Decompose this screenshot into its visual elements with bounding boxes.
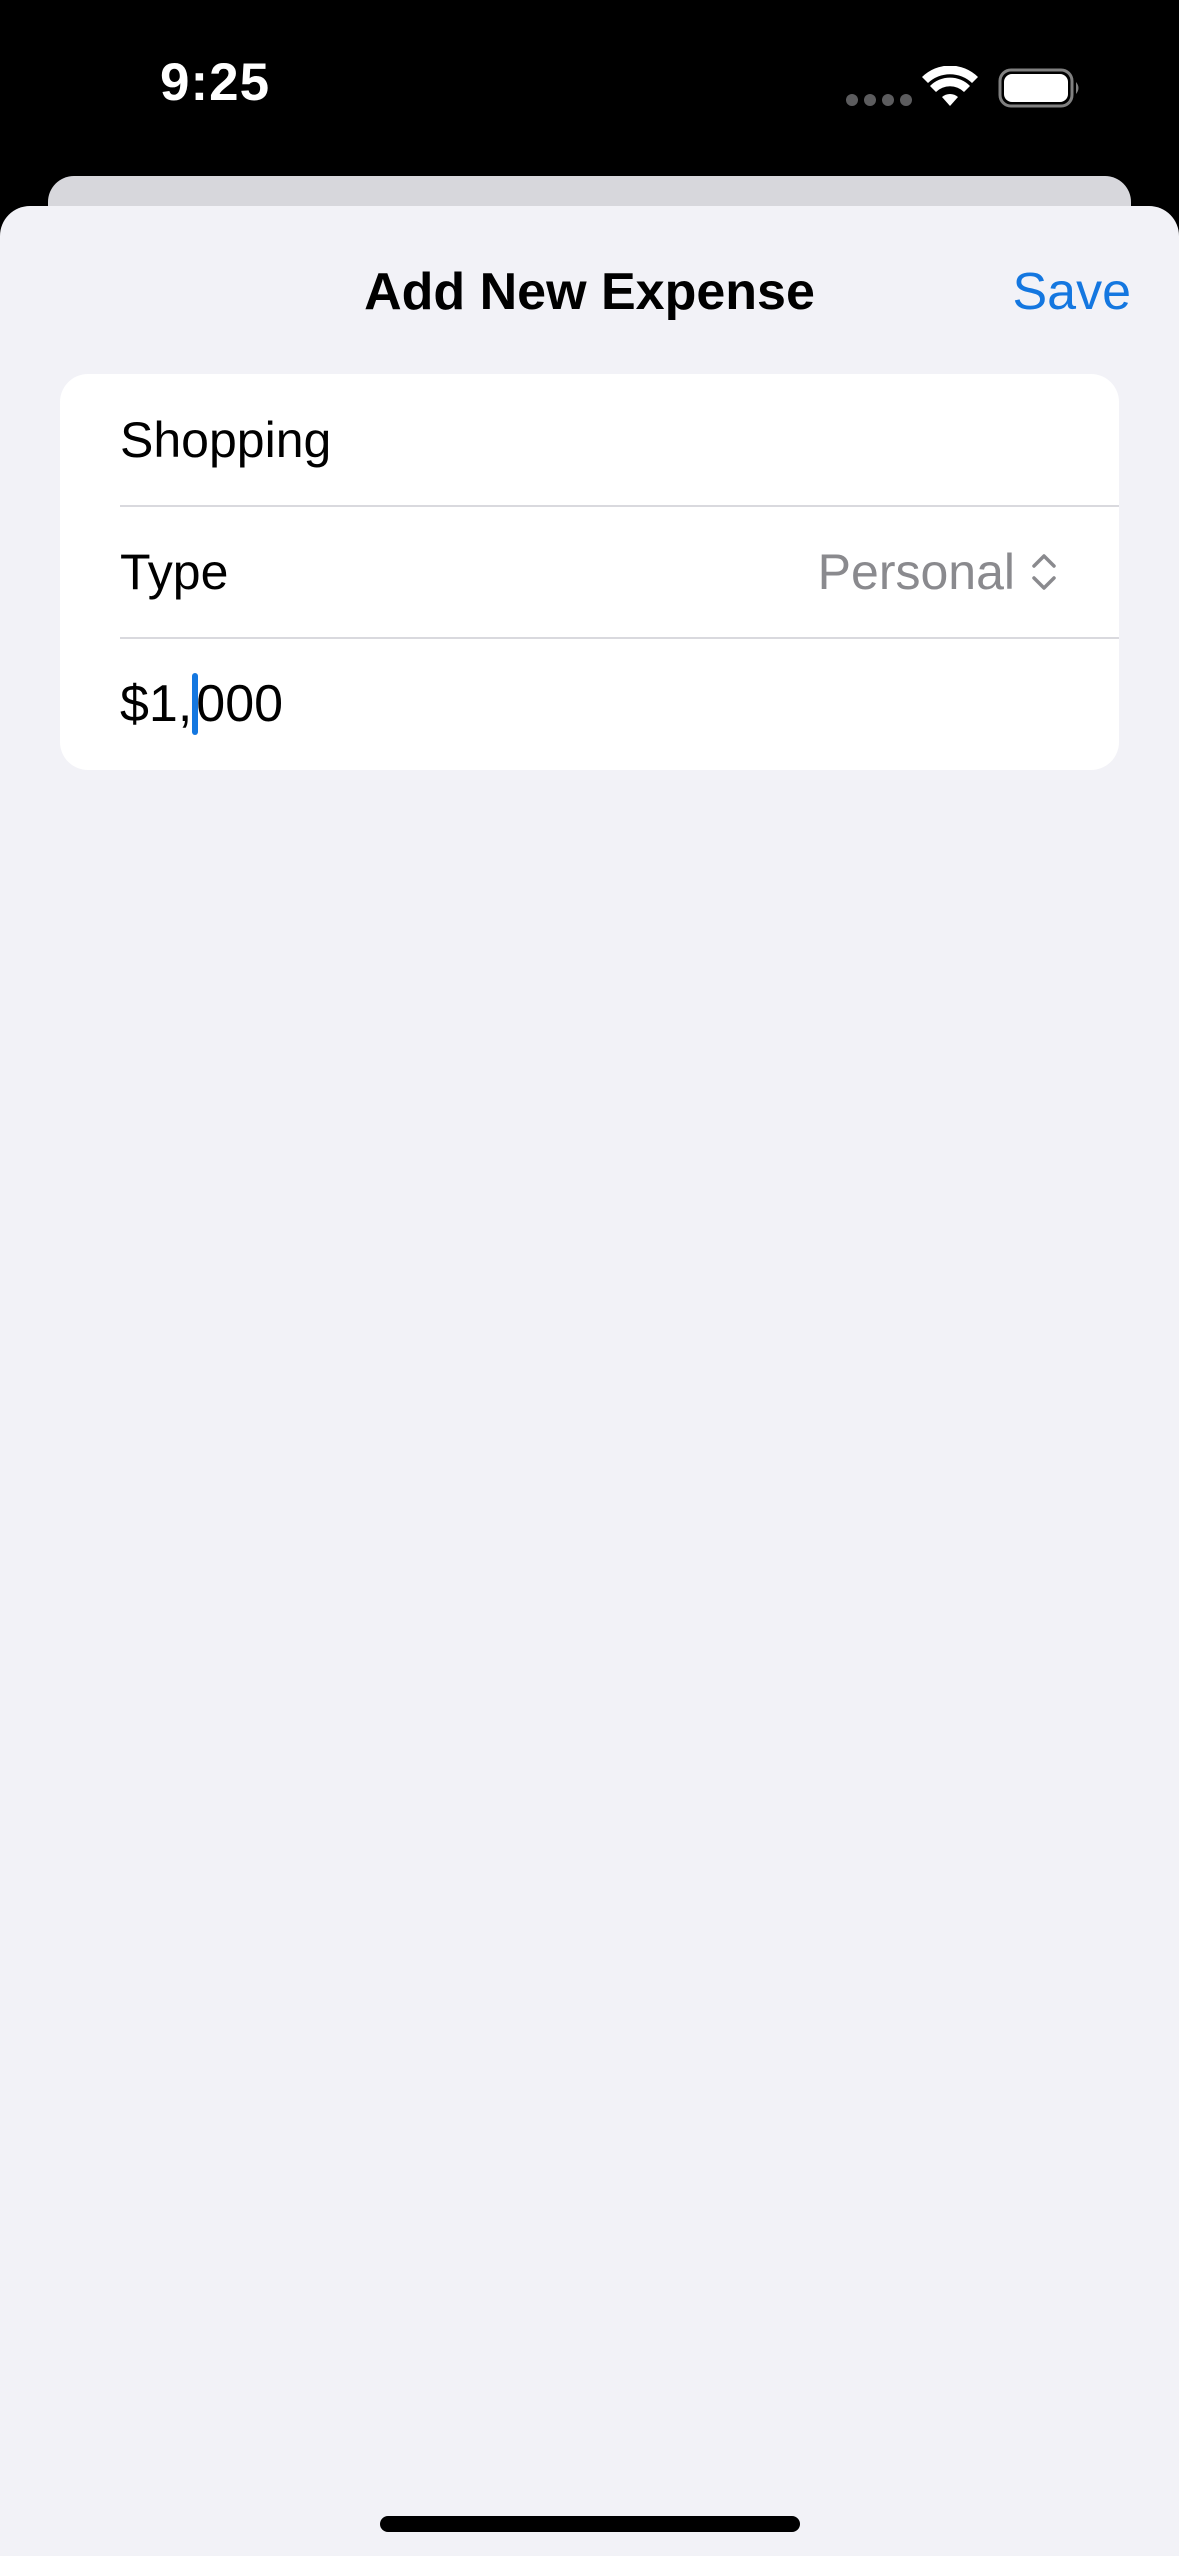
type-picker-row[interactable]: Type Personal bbox=[60, 506, 1119, 638]
battery-icon bbox=[998, 68, 1079, 108]
status-bar: 9:25 bbox=[0, 0, 1179, 170]
cellular-signal-icon bbox=[846, 94, 912, 106]
name-field[interactable]: Shopping bbox=[60, 374, 1119, 506]
expense-form: Shopping Type Personal $1, 000 bbox=[60, 374, 1119, 770]
add-expense-sheet: Add New Expense Save Shopping Type Perso… bbox=[0, 206, 1179, 2556]
sheet-title: Add New Expense bbox=[364, 263, 815, 321]
name-field-value: Shopping bbox=[120, 412, 332, 468]
wifi-icon bbox=[922, 66, 978, 106]
type-label: Type bbox=[120, 544, 229, 600]
save-button[interactable]: Save bbox=[1012, 262, 1131, 322]
status-time: 9:25 bbox=[160, 53, 271, 112]
type-picker-value: Personal bbox=[817, 544, 1015, 600]
type-picker[interactable]: Personal bbox=[818, 543, 1059, 601]
screen: 9:25 Add New Expense Save Shopping Type bbox=[0, 0, 1179, 2556]
amount-field-value: $1, 000 bbox=[120, 673, 283, 735]
chevron-updown-icon bbox=[1032, 554, 1056, 590]
amount-text-after-cursor: 000 bbox=[196, 675, 284, 733]
home-indicator[interactable] bbox=[380, 2516, 800, 2532]
amount-text-before-cursor: $1, bbox=[120, 675, 193, 733]
amount-field[interactable]: $1, 000 bbox=[60, 638, 1119, 770]
